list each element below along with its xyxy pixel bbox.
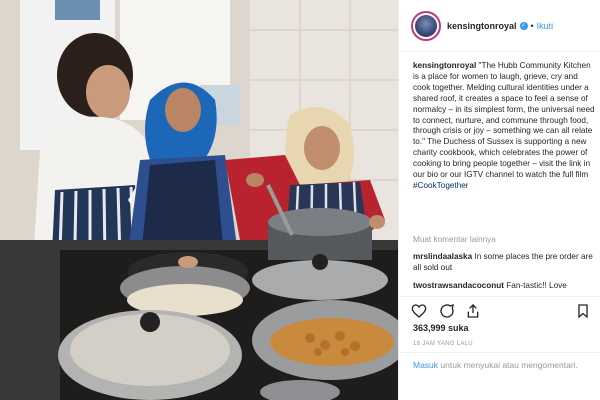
post-sidebar: kensingtonroyal ✓ • Ikuti kensingtonroya…: [398, 0, 600, 400]
share-icon[interactable]: [465, 303, 481, 319]
comment-icon[interactable]: [439, 303, 455, 319]
separator-dot: •: [530, 20, 534, 31]
header-username[interactable]: kensingtonroyal: [447, 21, 517, 31]
kitchen-photo-image: [0, 0, 398, 400]
load-more-comments-link[interactable]: Muat komentar lainnya: [413, 235, 496, 244]
instagram-post: kensingtonroyal ✓ • Ikuti kensingtonroya…: [0, 0, 600, 400]
heart-icon[interactable]: [411, 303, 427, 319]
login-prompt: Masuk untuk menyukai atau mengomentari.: [399, 352, 600, 400]
login-link[interactable]: Masuk: [413, 360, 438, 370]
post-timestamp: 18 JAM YANG LALU: [413, 341, 473, 347]
avatar[interactable]: [411, 10, 441, 41]
comment-text: Fan-tastic!! Love: [506, 281, 567, 290]
comment-username[interactable]: mrslindaalaska: [413, 252, 472, 261]
caption-text: "The Hubb Community Kitchen is a place f…: [413, 61, 595, 180]
caption-username[interactable]: kensingtonroyal: [413, 61, 476, 70]
post-caption: kensingtonroyal "The Hubb Community Kitc…: [413, 61, 595, 192]
caption-hashtag[interactable]: #CookTogether: [413, 181, 469, 190]
action-bar: [399, 296, 600, 325]
comment-username[interactable]: twostrawsandacoconut: [413, 281, 504, 290]
post-photo[interactable]: [0, 0, 398, 400]
bookmark-icon[interactable]: [575, 303, 591, 319]
verified-badge-icon: ✓: [519, 21, 528, 30]
comment-item: twostrawsandacoconut Fan-tastic!! Love: [413, 280, 595, 291]
post-header: kensingtonroyal ✓ • Ikuti: [399, 0, 600, 52]
follow-button[interactable]: Ikuti: [537, 21, 554, 31]
comment-item: mrslindaalaska In some places the pre or…: [413, 251, 595, 273]
likes-count[interactable]: 363,999 suka: [413, 323, 469, 333]
login-prompt-text: untuk menyukai atau mengomentari.: [440, 360, 578, 370]
